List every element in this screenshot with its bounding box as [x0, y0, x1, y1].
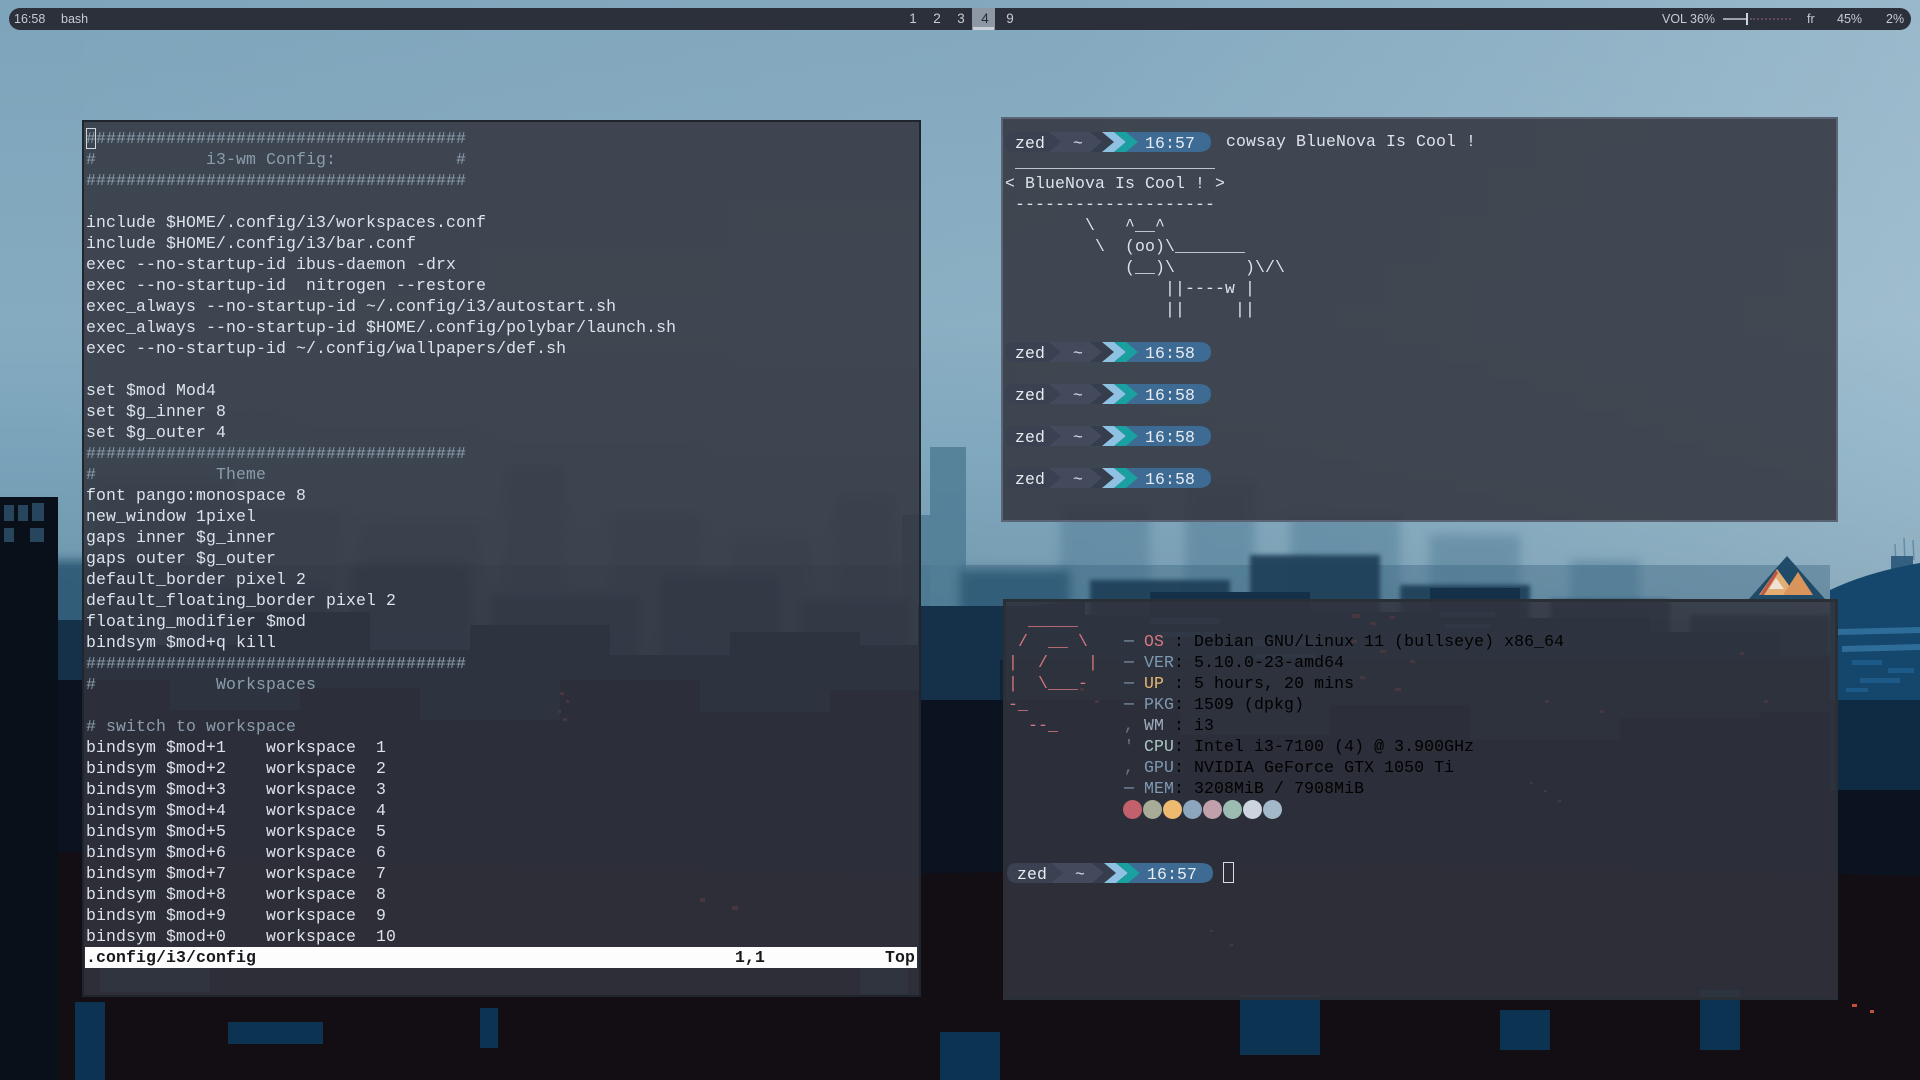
svg-text:16:58: 16:58	[1145, 344, 1195, 363]
svg-text:zed: zed	[1017, 865, 1047, 884]
svg-text:~: ~	[1073, 386, 1083, 405]
svg-text:~: ~	[1075, 865, 1085, 884]
svg-text:16:58: 16:58	[1145, 470, 1195, 489]
svg-text:zed: zed	[1015, 428, 1045, 447]
svg-text:16:57: 16:57	[1145, 134, 1195, 153]
svg-text:~: ~	[1073, 428, 1083, 447]
svg-text:16:57: 16:57	[1147, 865, 1197, 884]
svg-text:~: ~	[1073, 134, 1083, 153]
svg-text:16:58: 16:58	[1145, 386, 1195, 405]
svg-text:zed: zed	[1015, 134, 1045, 153]
svg-text:zed: zed	[1015, 470, 1045, 489]
svg-text:zed: zed	[1015, 386, 1045, 405]
svg-text:16:58: 16:58	[1145, 428, 1195, 447]
svg-text:zed: zed	[1015, 344, 1045, 363]
svg-text:~: ~	[1073, 344, 1083, 363]
svg-text:~: ~	[1073, 470, 1083, 489]
